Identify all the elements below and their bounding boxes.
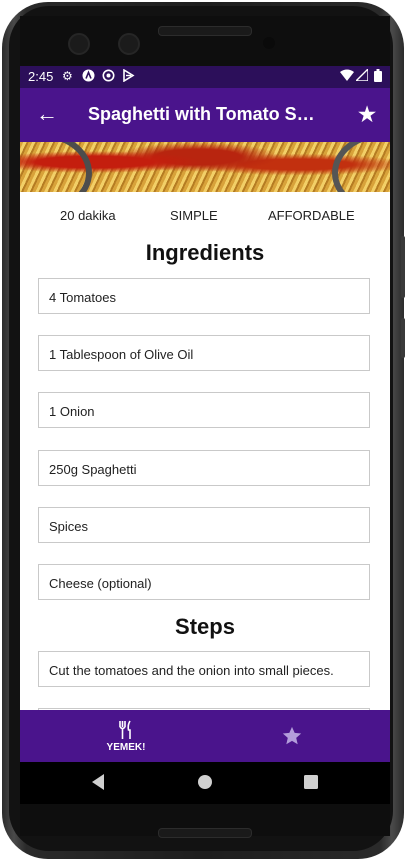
battery-icon: [374, 69, 382, 85]
meal-info-row: 20 dakika SIMPLE AFFORDABLE: [20, 192, 390, 238]
front-sensor: [263, 37, 275, 49]
earpiece-speaker: [158, 26, 252, 36]
meal-affordability: AFFORDABLE: [268, 208, 355, 223]
star-icon[interactable]: ★: [354, 99, 380, 129]
ingredient-item: 4 Tomatoes: [38, 278, 370, 314]
app-bar: ← Spaghetti with Tomato Sauce ★: [20, 88, 390, 142]
back-arrow-icon[interactable]: ←: [34, 100, 60, 128]
ingredient-text: Cheese (optional): [49, 576, 152, 591]
gear-icon: ⚙: [62, 69, 73, 83]
status-time: 2:45: [28, 69, 54, 84]
ingredient-item: 1 Tablespoon of Olive Oil: [38, 335, 370, 371]
restaurant-icon: [119, 720, 131, 739]
ingredients-title: Ingredients: [145, 240, 265, 265]
recents-square-icon[interactable]: [303, 773, 319, 791]
bottom-speaker: [158, 828, 252, 838]
ingredient-item: 1 Onion: [38, 392, 370, 428]
ingredient-text: 1 Onion: [49, 404, 95, 419]
home-circle-icon[interactable]: [197, 773, 213, 791]
power-button[interactable]: [401, 318, 405, 358]
ingredient-text: 250g Spaghetti: [49, 462, 137, 477]
ingredient-item: Spices: [38, 507, 370, 543]
status-bar: 2:45 ⚙: [20, 66, 390, 88]
meal-complexity: SIMPLE: [170, 208, 218, 223]
meal-image: [20, 142, 390, 192]
star-icon: [282, 726, 302, 745]
android-auto-icon: [82, 69, 95, 85]
vpn-key-icon: [102, 69, 115, 85]
steps-title: Steps: [175, 614, 235, 639]
nav-item-favorites[interactable]: [268, 710, 316, 762]
ingredient-text: 1 Tablespoon of Olive Oil: [49, 347, 194, 362]
camera-lens-icon: [118, 33, 140, 55]
bottom-navigation: YEMEK!: [20, 710, 390, 762]
play-protect-icon: [122, 68, 135, 85]
plate-edge: [332, 142, 390, 192]
ingredient-item: Cheese (optional): [38, 564, 370, 600]
system-navigation-bar: [20, 762, 390, 804]
app-screen: 2:45 ⚙ ← Spaghetti with Tomato Sauce ★ 2…: [20, 66, 390, 762]
nav-item-meals[interactable]: YEMEK!: [94, 710, 158, 762]
wifi-icon: [340, 69, 354, 84]
step-item: Cut the tomatoes and the onion into smal…: [38, 651, 370, 687]
nav-label-meals: YEMEK!: [106, 742, 146, 753]
cellular-signal-icon: [354, 67, 369, 84]
camera-lens-icon: [68, 33, 90, 55]
back-triangle-icon[interactable]: [90, 773, 106, 791]
page-title: Spaghetti with Tomato Sauce: [88, 104, 324, 124]
volume-button[interactable]: [401, 236, 405, 298]
plate-edge: [20, 142, 92, 192]
meal-duration: 20 dakika: [60, 208, 116, 223]
ingredient-text: Spices: [49, 519, 89, 534]
phone-bottom-bezel: [20, 804, 390, 838]
ingredient-item: 250g Spaghetti: [38, 450, 370, 486]
ingredient-text: 4 Tomatoes: [49, 290, 116, 305]
step-text: Cut the tomatoes and the onion into smal…: [49, 663, 334, 678]
